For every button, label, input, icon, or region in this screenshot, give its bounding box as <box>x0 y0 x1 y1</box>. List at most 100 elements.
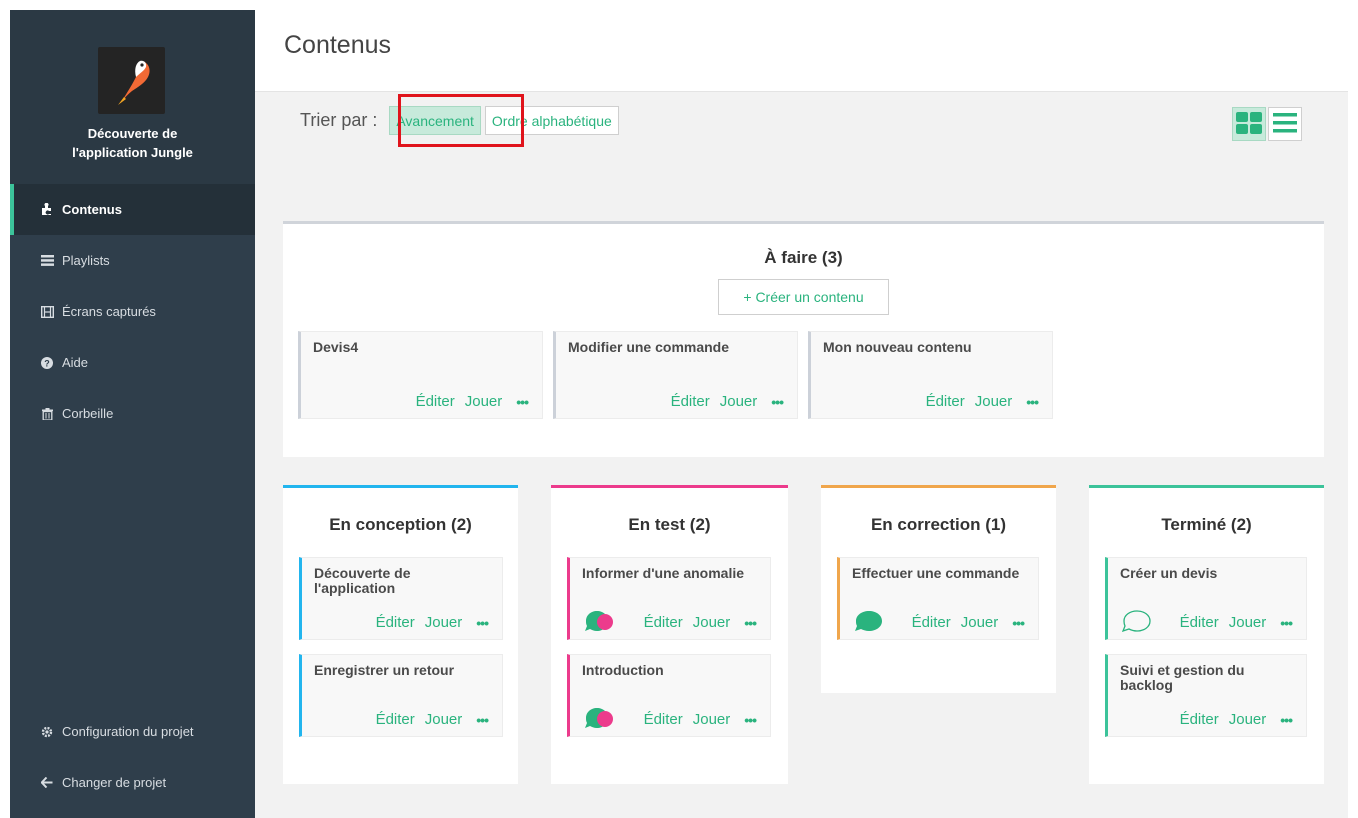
more-icon[interactable]: ••• <box>476 712 489 728</box>
card-actions: Éditer Jouer ••• <box>1166 711 1293 728</box>
more-icon[interactable]: ••• <box>516 394 529 410</box>
content-card[interactable]: Effectuer une commande Éditer Jouer ••• <box>837 557 1039 640</box>
card-actions: Éditer Jouer ••• <box>630 711 757 728</box>
card-title: Découverte de l'application <box>314 565 411 596</box>
edit-link[interactable]: Éditer <box>376 711 415 728</box>
page-title: Contenus <box>284 31 392 59</box>
svg-text:?: ? <box>44 358 50 368</box>
play-link[interactable]: Jouer <box>425 711 463 728</box>
sidebar-item-changer-projet[interactable]: Changer de projet <box>10 757 255 808</box>
play-link[interactable]: Jouer <box>720 393 758 410</box>
comment-status-icon[interactable] <box>854 609 886 633</box>
edit-link[interactable]: Éditer <box>1180 614 1219 631</box>
column-a-faire: À faire (3) + Créer un contenu Devis4 Éd… <box>283 221 1324 457</box>
card-title: Introduction <box>582 662 664 678</box>
view-toggle <box>1230 107 1302 141</box>
content-card[interactable]: Découverte de l'application Éditer Jouer… <box>299 557 503 640</box>
sidebar: Découverte de l'application Jungle Conte… <box>10 10 255 818</box>
play-link[interactable]: Jouer <box>693 711 731 728</box>
content-card[interactable]: Informer d'une anomalie Éditer Jouer ••• <box>567 557 771 640</box>
card-title: Créer un devis <box>1120 565 1218 581</box>
edit-link[interactable]: Éditer <box>644 614 683 631</box>
card-actions: Éditer Jouer ••• <box>912 393 1039 410</box>
sidebar-item-contenus[interactable]: Contenus <box>10 184 255 235</box>
sidebar-item-playlists[interactable]: Playlists <box>10 235 255 286</box>
play-link[interactable]: Jouer <box>425 614 463 631</box>
edit-link[interactable]: Éditer <box>644 711 683 728</box>
sidebar-item-configuration[interactable]: Configuration du projet <box>10 706 255 757</box>
column-title: En correction (1) <box>870 515 1007 534</box>
play-link[interactable]: Jouer <box>1229 614 1267 631</box>
gear-icon <box>40 725 54 739</box>
play-link[interactable]: Jouer <box>975 393 1013 410</box>
create-content-button[interactable]: + Créer un contenu <box>718 279 889 315</box>
project-name-line2: l'application Jungle <box>72 145 193 160</box>
content-card[interactable]: Modifier une commande Éditer Jouer ••• <box>553 331 798 419</box>
column-en-correction: En correction (1) Effectuer une commande… <box>821 485 1056 693</box>
column-title: En conception (2) <box>329 515 472 534</box>
more-icon[interactable]: ••• <box>476 615 489 631</box>
card-title: Informer d'une anomalie <box>582 565 745 581</box>
sidebar-item-corbeille[interactable]: Corbeille <box>10 388 255 439</box>
sidebar-item-label: Écrans capturés <box>62 304 156 319</box>
edit-link[interactable]: Éditer <box>926 393 965 410</box>
sort-label: Trier par : <box>300 110 378 130</box>
more-icon[interactable]: ••• <box>1280 615 1293 631</box>
highlight-annotation <box>398 94 524 147</box>
sidebar-item-ecrans-captures[interactable]: Écrans capturés <box>10 286 255 337</box>
list-view-button[interactable] <box>1268 107 1302 141</box>
card-actions: Éditer Jouer ••• <box>657 393 784 410</box>
content-card[interactable]: Suivi et gestion du backlog Éditer Jouer… <box>1105 654 1307 737</box>
comment-outline-icon[interactable] <box>1121 609 1154 633</box>
list-icon <box>40 254 54 268</box>
list-icon <box>1273 112 1297 136</box>
more-icon[interactable]: ••• <box>771 394 784 410</box>
sidebar-nav: Contenus Playlists Écrans capturés ? Aid… <box>10 184 255 439</box>
card-actions: Éditer Jouer ••• <box>362 614 489 631</box>
edit-link[interactable]: Éditer <box>1180 711 1219 728</box>
sidebar-item-aide[interactable]: ? Aide <box>10 337 255 388</box>
content-card[interactable]: Introduction Éditer Jouer ••• <box>567 654 771 737</box>
play-link[interactable]: Jouer <box>465 393 503 410</box>
question-icon: ? <box>40 356 54 370</box>
sidebar-item-label: Configuration du projet <box>62 724 194 739</box>
puzzle-icon <box>40 203 54 217</box>
more-icon[interactable]: ••• <box>1280 712 1293 728</box>
card-actions: Éditer Jouer ••• <box>402 393 529 410</box>
more-icon[interactable]: ••• <box>744 615 757 631</box>
content-card[interactable]: Devis4 Éditer Jouer ••• <box>298 331 543 419</box>
card-title: Mon nouveau contenu <box>823 339 972 355</box>
comment-status-icon[interactable] <box>584 609 616 633</box>
play-link[interactable]: Jouer <box>693 614 731 631</box>
more-icon[interactable]: ••• <box>1026 394 1039 410</box>
card-title: Suivi et gestion du backlog <box>1120 662 1245 693</box>
card-title: Enregistrer un retour <box>314 662 455 678</box>
edit-link[interactable]: Éditer <box>912 614 951 631</box>
content-card[interactable]: Créer un devis Éditer Jouer ••• <box>1105 557 1307 640</box>
project-name-line1: Découverte de <box>87 126 178 141</box>
card-title: Devis4 <box>313 339 359 355</box>
play-link[interactable]: Jouer <box>961 614 999 631</box>
sidebar-item-label: Corbeille <box>62 406 114 421</box>
trash-icon <box>40 407 54 421</box>
card-title: Effectuer une commande <box>852 565 1020 581</box>
edit-link[interactable]: Éditer <box>376 614 415 631</box>
play-link[interactable]: Jouer <box>1229 711 1267 728</box>
top-bar <box>255 10 1348 92</box>
card-actions: Éditer Jouer ••• <box>630 614 757 631</box>
grid-view-button[interactable] <box>1232 107 1266 141</box>
column-title: À faire (3) <box>764 248 843 267</box>
card-actions: Éditer Jouer ••• <box>362 711 489 728</box>
column-title: En test (2) <box>628 515 711 534</box>
edit-link[interactable]: Éditer <box>671 393 710 410</box>
edit-link[interactable]: Éditer <box>416 393 455 410</box>
comment-status-icon[interactable] <box>584 706 616 730</box>
content-card[interactable]: Mon nouveau contenu Éditer Jouer ••• <box>808 331 1053 419</box>
app-window: Découverte de l'application Jungle Conte… <box>0 0 1358 818</box>
parrot-logo-icon[interactable] <box>98 47 165 114</box>
more-icon[interactable]: ••• <box>744 712 757 728</box>
content-card[interactable]: Enregistrer un retour Éditer Jouer ••• <box>299 654 503 737</box>
column-termine: Terminé (2) Créer un devis Éditer Jouer … <box>1089 485 1324 784</box>
more-icon[interactable]: ••• <box>1012 615 1025 631</box>
column-title: Terminé (2) <box>1161 515 1252 534</box>
